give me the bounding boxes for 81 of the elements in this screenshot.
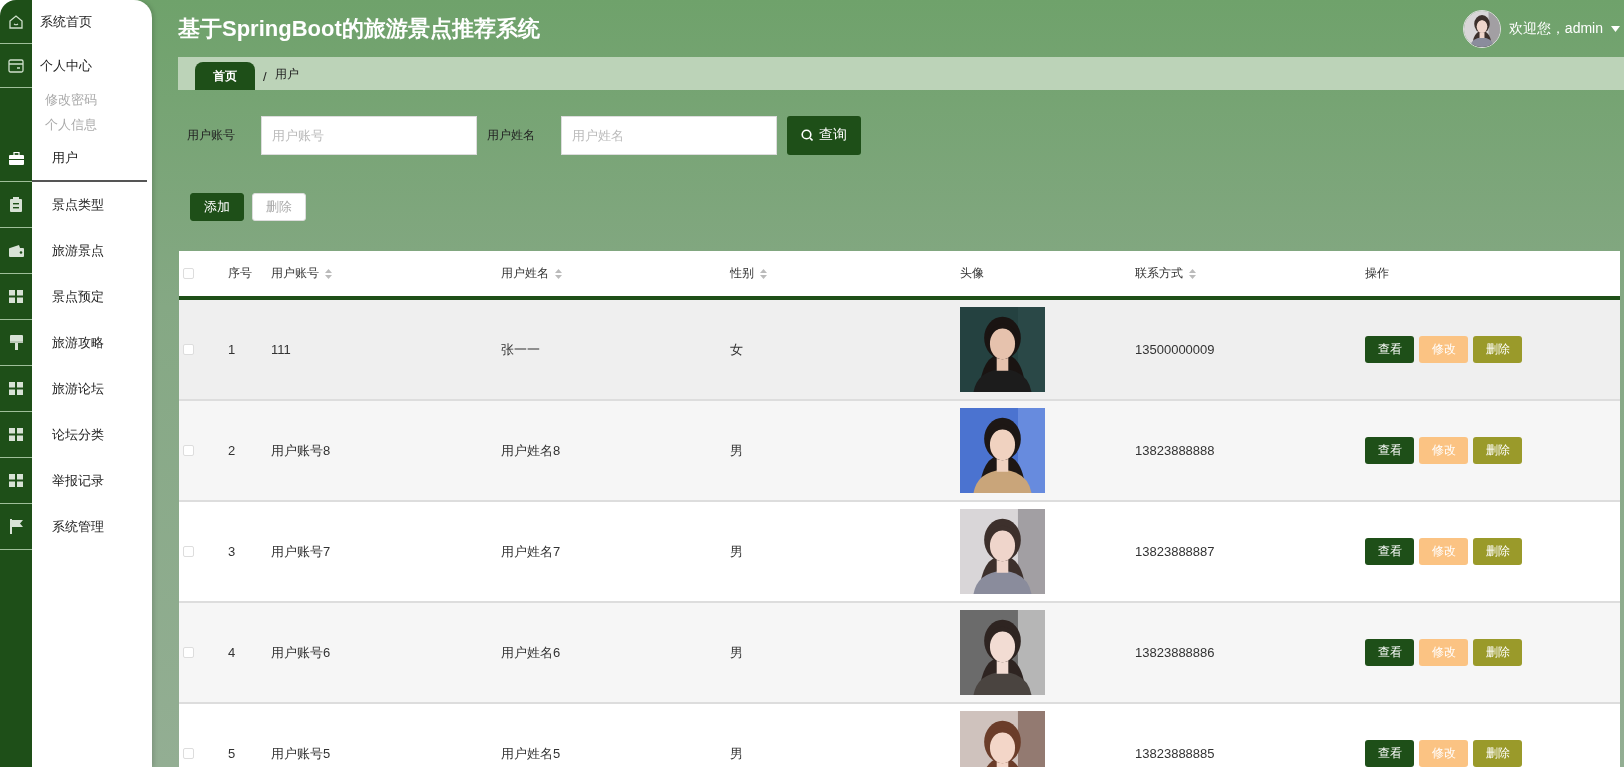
sort-icon[interactable] <box>760 268 767 279</box>
column-header[interactable]: 联系方式 <box>1135 265 1196 282</box>
add-button[interactable]: 添加 <box>190 193 244 221</box>
grid-icon <box>9 382 23 395</box>
table-cell: 张一一 <box>501 340 540 359</box>
table-cell: 13823888886 <box>1135 645 1215 660</box>
table-cell: 男 <box>730 643 743 662</box>
column-header: 操作 <box>1365 265 1389 282</box>
table-cell: 3 <box>228 544 236 559</box>
column-header[interactable]: 用户姓名 <box>501 265 562 282</box>
grid-icon <box>9 428 23 441</box>
grid-icon <box>9 474 23 487</box>
flag-icon <box>9 519 23 534</box>
table-cell: 5 <box>228 746 236 761</box>
table-cell: 2 <box>228 443 236 458</box>
card-icon <box>8 58 24 73</box>
table-cell: 用户姓名6 <box>501 643 561 662</box>
table-cell: 男 <box>730 542 743 561</box>
table-cell: 4 <box>228 645 236 660</box>
sidebar-item[interactable]: 旅游景点 <box>32 228 147 274</box>
column-header[interactable]: 性别 <box>730 265 767 282</box>
checkbox[interactable] <box>183 268 194 279</box>
wallet-icon <box>8 244 24 257</box>
column-header: 序号 <box>228 265 252 282</box>
field-label: 用户姓名 <box>487 126 536 144</box>
search-icon <box>801 129 813 141</box>
home-icon <box>8 13 24 30</box>
sidebar-item[interactable]: 个人中心 <box>32 44 147 88</box>
view-button[interactable]: 查看 <box>1365 437 1414 464</box>
sidebar-item[interactable]: 旅游攻略 <box>32 320 147 366</box>
sidebar-item[interactable]: 景点类型 <box>32 182 147 228</box>
table-cell: 13823888887 <box>1135 544 1215 559</box>
view-button[interactable]: 查看 <box>1365 740 1414 767</box>
checkbox[interactable] <box>183 546 194 557</box>
field-label: 用户账号 <box>187 126 236 144</box>
sidebar-item[interactable]: 景点预定 <box>32 274 147 320</box>
briefcase-icon <box>8 152 24 165</box>
breadcrumb-home-link[interactable]: 首页 <box>195 62 255 90</box>
caret-icon[interactable] <box>1611 25 1620 32</box>
table-cell: 111 <box>271 342 291 357</box>
paint-roller-icon <box>9 335 23 350</box>
sidebar-item[interactable]: 系统首页 <box>32 0 147 44</box>
table-cell: 用户姓名5 <box>501 744 561 763</box>
sidebar-item[interactable]: 举报记录 <box>32 458 147 504</box>
table-cell: 1 <box>228 342 236 357</box>
table-cell: 用户姓名7 <box>501 542 561 561</box>
table-cell: 用户姓名8 <box>501 441 561 460</box>
sidebar-item[interactable]: 旅游论坛 <box>32 366 147 412</box>
table-cell: 用户账号5 <box>271 744 331 763</box>
breadcrumb-item: 用户 <box>274 66 299 83</box>
checkbox[interactable] <box>183 748 194 759</box>
column-header[interactable]: 用户账号 <box>271 265 332 282</box>
checkbox[interactable] <box>183 344 194 355</box>
clipboard-icon <box>10 197 22 212</box>
input-field[interactable]: 用户姓名 <box>561 115 777 155</box>
table-cell: 女 <box>730 340 743 359</box>
column-header: 头像 <box>960 265 984 282</box>
table-cell: 男 <box>730 744 743 763</box>
table-cell: 用户账号8 <box>271 441 331 460</box>
checkbox[interactable] <box>183 445 194 456</box>
input-field[interactable]: 用户账号 <box>261 115 477 155</box>
sidebar-item[interactable]: 论坛分类 <box>32 412 147 458</box>
view-button[interactable]: 查看 <box>1365 639 1414 666</box>
sidebar-item[interactable]: 系统管理 <box>32 504 147 550</box>
table-cell: 13500000009 <box>1135 342 1215 357</box>
sidebar-item[interactable]: 用户 <box>32 136 147 182</box>
table-cell: 13823888885 <box>1135 746 1215 761</box>
view-button[interactable]: 查看 <box>1365 538 1414 565</box>
view-button[interactable]: 查看 <box>1365 336 1414 363</box>
checkbox[interactable] <box>183 647 194 658</box>
app-title: 基于SpringBoot的旅游景点推荐系统 <box>178 14 540 43</box>
sort-icon[interactable] <box>555 268 562 279</box>
sort-icon[interactable] <box>1189 268 1196 279</box>
table-cell: 用户账号7 <box>271 542 331 561</box>
sort-icon[interactable] <box>325 268 332 279</box>
table-cell: 男 <box>730 441 743 460</box>
table-cell: 用户账号6 <box>271 643 331 662</box>
grid-icon <box>9 290 23 303</box>
breadcrumb-separator: / <box>263 69 267 86</box>
search-button[interactable]: 查询 <box>787 115 861 155</box>
table-cell: 13823888888 <box>1135 443 1215 458</box>
